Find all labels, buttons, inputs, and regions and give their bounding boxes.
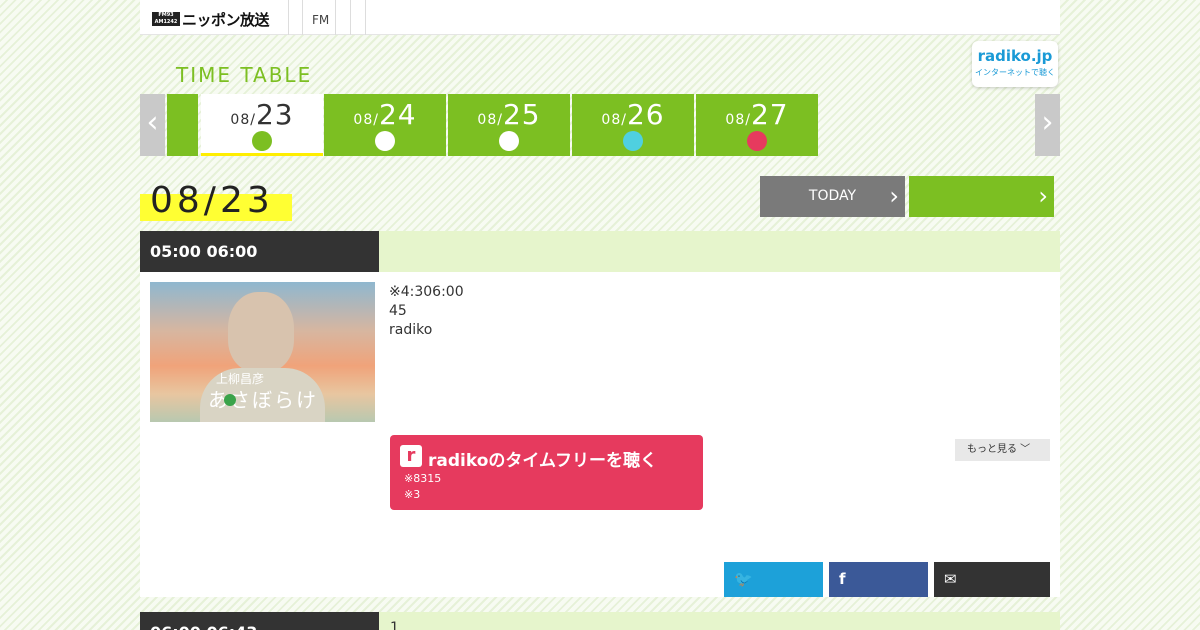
twitter-share-button[interactable]: 🐦 [724, 562, 823, 597]
program-thumbnail[interactable]: 上柳昌彦 あさぼらけ [150, 282, 375, 422]
today-label: TODAY [808, 188, 857, 204]
date-tabs-lead [167, 94, 198, 156]
description-line: ※4:306:00 [389, 284, 464, 300]
next-week-button[interactable]: › [1035, 94, 1060, 156]
today-button[interactable]: TODAY › [760, 176, 905, 217]
date-tab-day: 27 [750, 98, 789, 131]
date-tab-day: 23 [255, 98, 294, 131]
logo-badge: FM93 AM1242 [152, 12, 180, 26]
program-time: 06:00 06:43 [140, 612, 379, 630]
date-tab-0827[interactable]: 08/27 [696, 94, 818, 156]
radiko-button-title: radikoのタイムフリーを聴く [428, 451, 658, 471]
date-tab-0826[interactable]: 08/26 [572, 94, 694, 156]
chevron-left-icon: ‹ [146, 105, 159, 140]
broadcast-dot-icon [747, 131, 767, 151]
broadcast-dot-icon [623, 131, 643, 151]
header-divider [302, 0, 303, 35]
date-tab-day: 24 [378, 98, 417, 131]
radiko-banner[interactable]: radiko.jp インターネットで聴く [972, 41, 1058, 87]
program-time: 05:00 06:00 [140, 231, 379, 272]
logo-text: ニッポン放送 [182, 10, 270, 29]
next-day-button[interactable]: › [909, 176, 1054, 217]
current-date-heading: 08/23 [150, 180, 274, 221]
date-tab-month: 08/ [477, 112, 503, 128]
date-tab-0825[interactable]: 08/25 [448, 94, 570, 156]
timetable-title: TIME TABLE [176, 63, 313, 87]
date-tab-month: 08/ [725, 112, 751, 128]
host-face [228, 292, 294, 372]
radiko-subtext: インターネットで聴く [975, 68, 1055, 77]
date-tab-month: 08/ [353, 112, 379, 128]
radiko-logo-icon: r [400, 445, 422, 467]
program-header: 05:00 06:00 [140, 231, 1060, 272]
program-header[interactable]: 06:00 06:43 1 [140, 612, 1060, 630]
nav-fm-link[interactable]: FM [312, 13, 329, 27]
mail-share-button[interactable]: ✉ [934, 562, 1050, 597]
green-dot-icon [224, 394, 236, 406]
radiko-note: ※3 [404, 488, 421, 501]
prev-week-button[interactable]: ‹ [140, 94, 165, 156]
program-detail: 上柳昌彦 あさぼらけ ※4:306:00 45 radiko r radikoの… [140, 272, 1060, 597]
description-line: 45 [389, 303, 407, 319]
radiko-brand: radiko.jp [977, 47, 1053, 65]
site-header: FM93 AM1242 ニッポン放送 FM [140, 0, 1060, 35]
header-divider [335, 0, 336, 35]
date-tabs: 08/23 08/24 08/25 08/26 08/27 [167, 94, 818, 156]
description-line: radiko [389, 322, 433, 338]
header-divider [288, 0, 289, 35]
date-tab-0824[interactable]: 08/24 [324, 94, 446, 156]
twitter-icon: 🐦 [734, 570, 753, 588]
facebook-share-button[interactable]: f [829, 562, 928, 597]
radiko-note: ※8315 [404, 472, 442, 485]
radiko-timefree-button[interactable]: r radikoのタイムフリーを聴く ※8315 ※3 [390, 435, 703, 510]
header-divider [365, 0, 366, 35]
chevron-right-icon: › [889, 182, 899, 210]
mail-icon: ✉ [944, 570, 957, 588]
broadcast-dot-icon [252, 131, 272, 151]
broadcast-dot-icon [499, 131, 519, 151]
program-title: 1 [390, 620, 399, 630]
station-logo[interactable]: FM93 AM1242 ニッポン放送 [152, 10, 270, 29]
show-more-button[interactable]: もっと見る ﹀ [955, 439, 1050, 461]
date-tab-day: 25 [502, 98, 541, 131]
date-tab-day: 26 [626, 98, 665, 131]
date-tab-month: 08/ [230, 112, 256, 128]
header-divider [350, 0, 351, 35]
broadcast-dot-icon [375, 131, 395, 151]
chevron-right-icon: › [1038, 182, 1048, 210]
facebook-icon: f [839, 570, 846, 588]
chevron-right-icon: › [1041, 105, 1054, 140]
date-tab-0823[interactable]: 08/23 [201, 94, 323, 156]
program-description: ※4:306:00 45 radiko [389, 283, 464, 340]
date-tab-month: 08/ [601, 112, 627, 128]
